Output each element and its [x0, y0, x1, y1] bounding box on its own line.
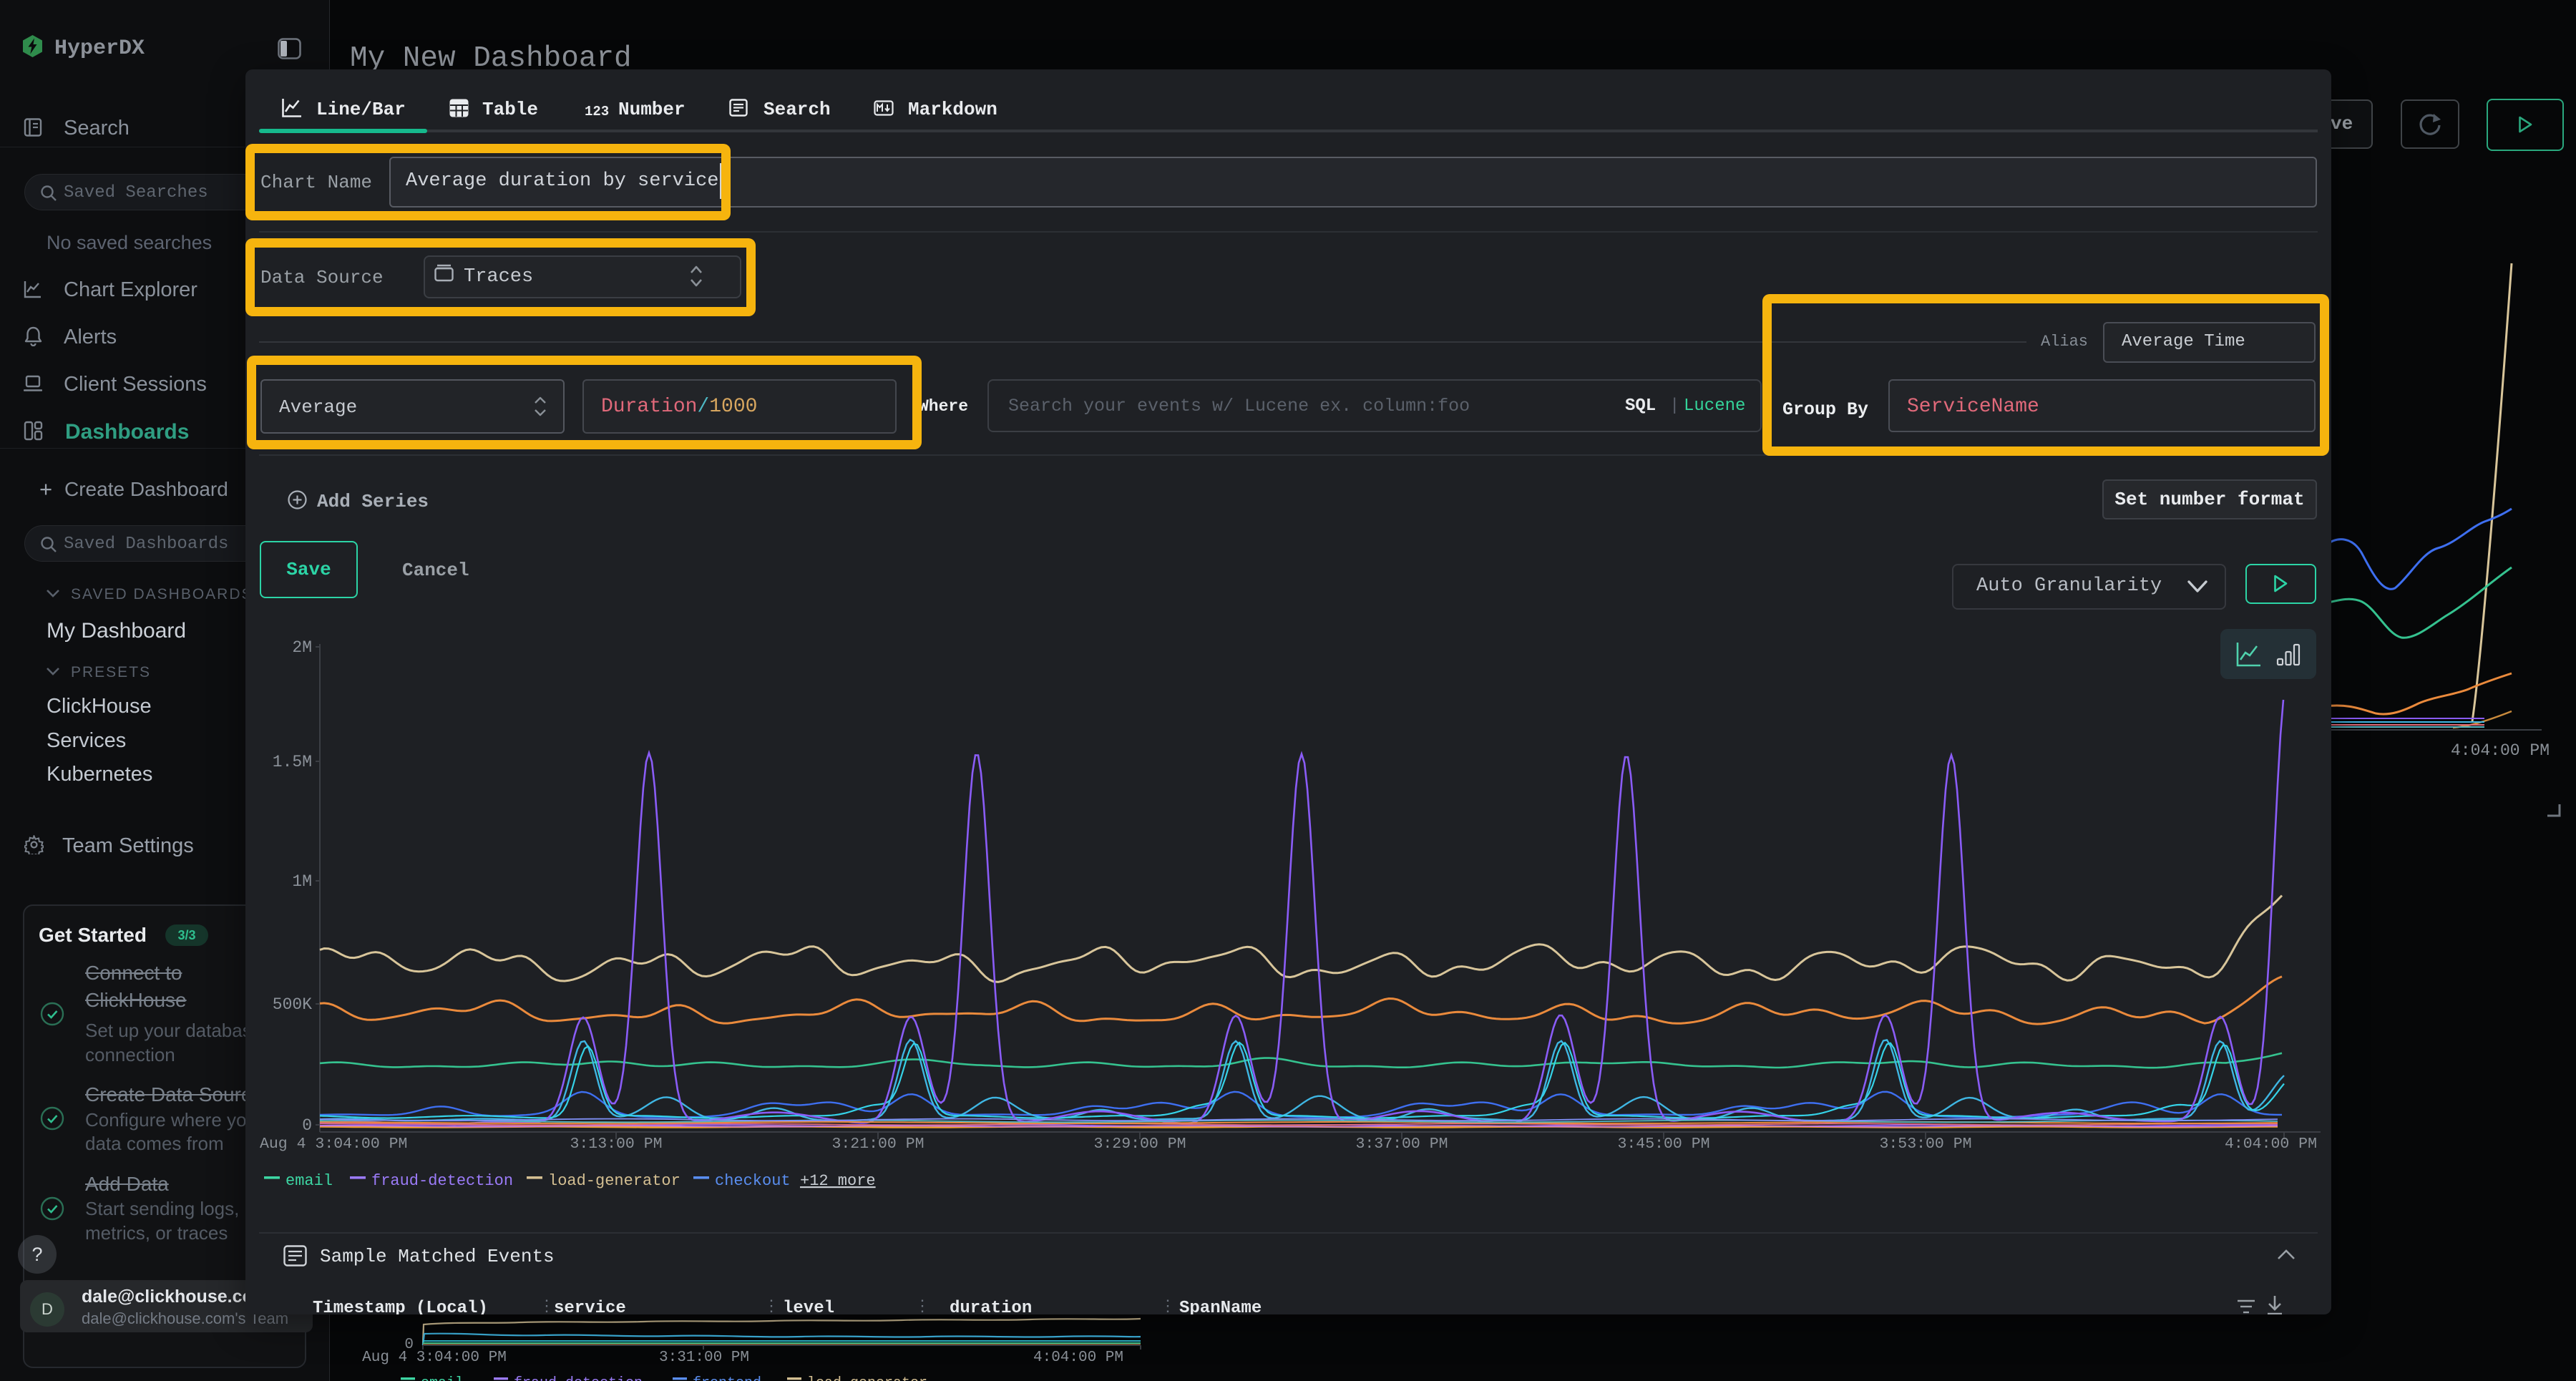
svg-text:3:13:00 PM: 3:13:00 PM — [570, 1136, 662, 1153]
svg-text:3:45:00 PM: 3:45:00 PM — [1617, 1136, 1709, 1153]
svg-text:3:53:00 PM: 3:53:00 PM — [1879, 1136, 1971, 1153]
svg-text:fraud-detection: fraud-detection — [514, 1375, 643, 1381]
svg-text:+12 more: +12 more — [800, 1172, 876, 1190]
svg-text:load-generator: load-generator — [807, 1375, 927, 1381]
svg-text:Aug 4 3:04:00 PM: Aug 4 3:04:00 PM — [362, 1350, 507, 1366]
svg-text:email: email — [286, 1172, 333, 1190]
svg-text:3:21:00 PM: 3:21:00 PM — [831, 1136, 924, 1153]
svg-text:load-generator: load-generator — [548, 1172, 680, 1190]
svg-text:Aug 4 3:04:00 PM: Aug 4 3:04:00 PM — [260, 1136, 407, 1153]
svg-text:frontend: frontend — [693, 1375, 761, 1381]
svg-text:4:04:00 PM: 4:04:00 PM — [2225, 1136, 2317, 1153]
svg-text:3:31:00 PM: 3:31:00 PM — [659, 1350, 749, 1366]
svg-text:4:04:00 PM: 4:04:00 PM — [2451, 741, 2550, 760]
svg-text:1.5M: 1.5M — [273, 753, 312, 771]
svg-text:fraud-detection: fraud-detection — [371, 1172, 513, 1190]
svg-text:email: email — [421, 1375, 464, 1381]
svg-text:2M: 2M — [292, 638, 312, 657]
svg-text:3:37:00 PM: 3:37:00 PM — [1355, 1136, 1448, 1153]
svg-text:checkout: checkout — [715, 1172, 791, 1190]
svg-text:4:04:00 PM: 4:04:00 PM — [1033, 1350, 1123, 1366]
svg-text:500K: 500K — [273, 995, 312, 1014]
svg-text:0: 0 — [302, 1116, 312, 1135]
svg-text:3:29:00 PM: 3:29:00 PM — [1093, 1136, 1186, 1153]
svg-text:1M: 1M — [292, 872, 312, 891]
